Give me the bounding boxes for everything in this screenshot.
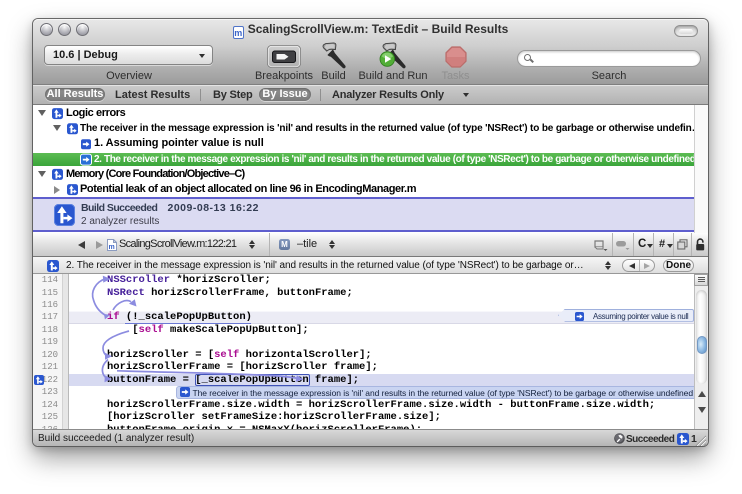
svg-text:m: m: [108, 244, 114, 251]
